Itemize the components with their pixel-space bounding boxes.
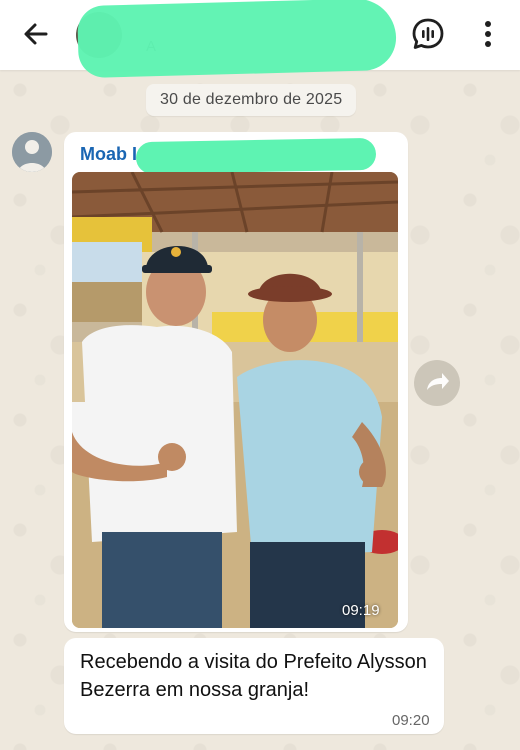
image-timestamp: 09:19 xyxy=(342,602,380,619)
sender-name[interactable]: Moab I xyxy=(80,144,137,165)
voice-call-icon xyxy=(412,18,444,49)
forward-icon xyxy=(427,373,449,390)
back-button[interactable] xyxy=(18,16,54,52)
voice-call-button[interactable] xyxy=(408,14,448,54)
redaction-scribble xyxy=(135,137,377,175)
redaction-scribble xyxy=(77,0,397,79)
forward-button[interactable] xyxy=(414,360,460,406)
message-photo[interactable] xyxy=(72,172,398,628)
date-separator: 30 de dezembro de 2025 xyxy=(146,84,357,116)
message-text: Recebendo a visita do Prefeito Alysson B… xyxy=(80,651,427,701)
person-photo-icon xyxy=(12,132,52,172)
photo-illustration xyxy=(72,172,398,628)
more-vertical-icon xyxy=(485,21,491,47)
sender-avatar[interactable] xyxy=(12,132,52,172)
message-timestamp: 09:20 xyxy=(392,712,430,729)
more-options-button[interactable] xyxy=(476,14,500,54)
arrow-left-icon xyxy=(24,23,48,45)
chat-header: A xyxy=(0,0,520,79)
